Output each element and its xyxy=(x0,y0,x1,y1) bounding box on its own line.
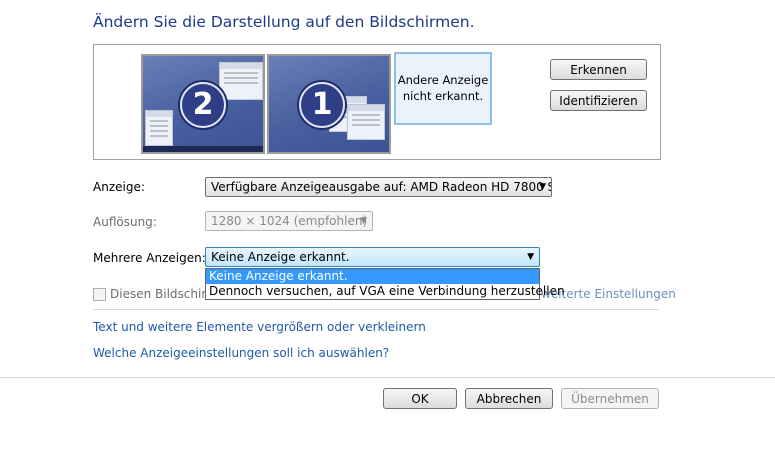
multiple-displays-select[interactable]: Keine Anzeige erkannt. ▼ xyxy=(205,247,540,267)
window-graphic xyxy=(347,104,385,140)
main-display-checkbox[interactable] xyxy=(93,288,106,301)
undetected-display[interactable]: Andere Anzeige nicht erkannt. xyxy=(394,52,492,125)
dropdown-option[interactable]: Keine Anzeige erkannt. xyxy=(206,269,539,284)
resolution-label: Auflösung: xyxy=(93,215,157,229)
monitor-2[interactable]: 2 xyxy=(141,54,265,154)
divider xyxy=(93,309,659,310)
display-select-value: Verfügbare Anzeigeausgabe auf: AMD Radeo… xyxy=(211,180,552,194)
resolution-select-value: 1280 × 1024 (empfohlen) xyxy=(211,214,368,228)
window-graphic xyxy=(219,62,263,100)
detect-button[interactable]: Erkennen xyxy=(550,59,647,80)
resolution-select: 1280 × 1024 (empfohlen) ▼ xyxy=(205,211,373,231)
enlarge-text-link[interactable]: Text und weitere Elemente vergrößern ode… xyxy=(93,320,426,334)
ok-button[interactable]: OK xyxy=(383,388,457,409)
monitor-number: 2 xyxy=(180,82,226,128)
chevron-down-icon: ▼ xyxy=(527,252,534,262)
monitor-1[interactable]: 1 xyxy=(267,54,391,154)
dropdown-option[interactable]: Dennoch versuchen, auf VGA eine Verbindu… xyxy=(206,284,565,299)
chevron-down-icon: ▼ xyxy=(360,216,367,226)
multiple-displays-dropdown-list: Keine Anzeige erkannt. Dennoch versuchen… xyxy=(205,268,565,300)
which-settings-link[interactable]: Welche Anzeigeeinstellungen soll ich aus… xyxy=(93,346,389,360)
identify-button[interactable]: Identifizieren xyxy=(550,90,647,111)
multiple-displays-select-value: Keine Anzeige erkannt. xyxy=(211,250,350,264)
divider xyxy=(0,377,775,378)
display-label: Anzeige: xyxy=(93,180,145,194)
page-title: Ändern Sie die Darstellung auf den Bilds… xyxy=(93,13,475,31)
window-graphic xyxy=(145,110,173,146)
monitor-number: 1 xyxy=(299,82,345,128)
taskbar-graphic xyxy=(143,146,263,152)
display-select[interactable]: Verfügbare Anzeigeausgabe auf: AMD Radeo… xyxy=(205,177,552,197)
chevron-down-icon: ▼ xyxy=(539,182,546,192)
multiple-displays-label: Mehrere Anzeigen: xyxy=(93,251,206,265)
cancel-button[interactable]: Abbrechen xyxy=(465,388,553,409)
apply-button[interactable]: Übernehmen xyxy=(561,388,659,409)
main-display-checkbox-label: Diesen Bildschirm xyxy=(110,287,218,301)
